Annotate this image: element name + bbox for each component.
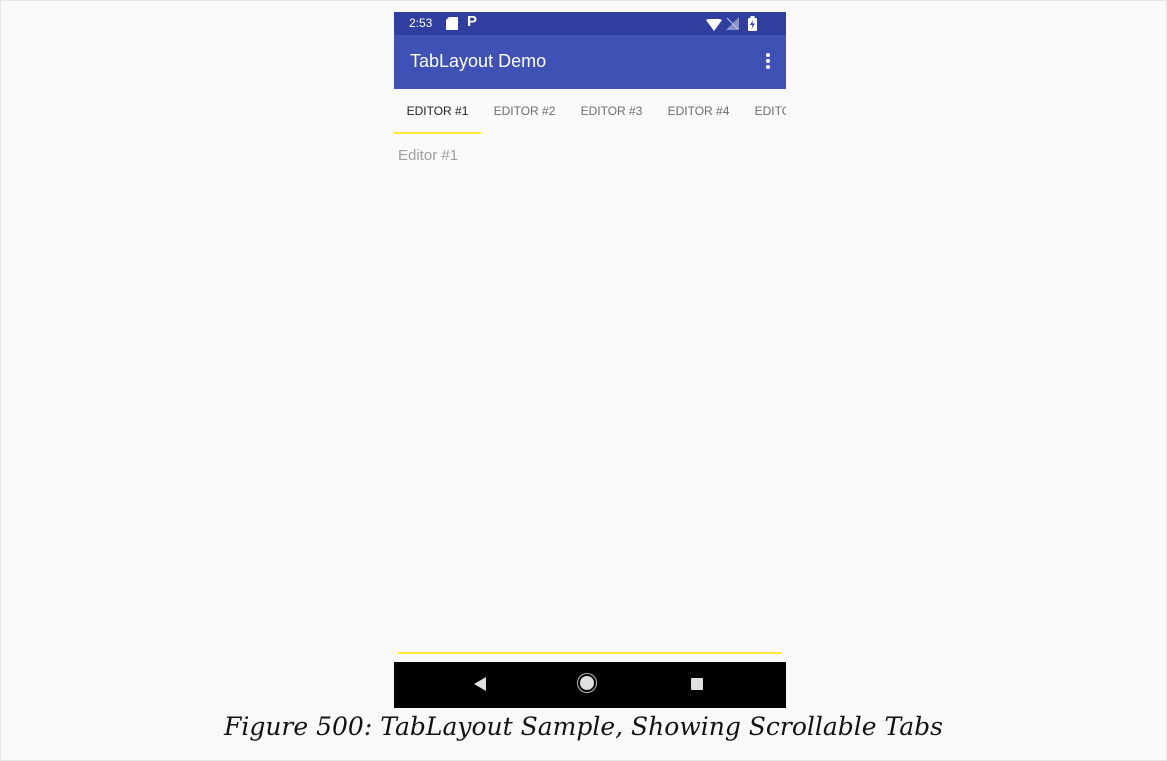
editor-hint: Editor #1 xyxy=(398,147,459,164)
tab-label: EDITOR #3 xyxy=(580,104,643,118)
status-bar: 2:53 P xyxy=(394,12,786,35)
tab-editor-1[interactable]: EDITOR #1 xyxy=(394,89,481,134)
recents-icon[interactable] xyxy=(691,678,703,690)
tab-label: EDITOR #1 xyxy=(406,104,469,118)
sd-card-icon xyxy=(446,17,458,35)
phone-screen: 2:53 P TabLayout Demo EDITOR #1 EDITOR #… xyxy=(394,12,786,708)
status-time: 2:53 xyxy=(409,16,433,30)
tab-editor-4[interactable]: EDITOR #4 xyxy=(655,89,742,134)
figure-caption: Figure 500: TabLayout Sample, Showing Sc… xyxy=(223,712,944,741)
tab-label: EDITOR #5 xyxy=(754,104,786,118)
wifi-icon xyxy=(706,18,722,36)
home-icon[interactable] xyxy=(580,676,594,690)
navigation-bar xyxy=(394,662,786,708)
tab-editor-2[interactable]: EDITOR #2 xyxy=(481,89,568,134)
back-icon[interactable] xyxy=(474,677,486,696)
tab-label: EDITOR #4 xyxy=(667,104,730,118)
p-icon: P xyxy=(467,13,478,30)
editor-underline xyxy=(398,652,782,654)
tab-editor-5[interactable]: EDITOR #5 xyxy=(742,89,786,134)
tab-indicator xyxy=(394,132,481,134)
tab-layout[interactable]: EDITOR #1 EDITOR #2 EDITOR #3 EDITOR #4 … xyxy=(394,89,786,134)
editor-field[interactable]: Editor #1 xyxy=(398,138,782,654)
tab-label: EDITOR #2 xyxy=(493,104,556,118)
overflow-menu-icon[interactable] xyxy=(758,51,778,73)
signal-icon xyxy=(726,17,739,35)
app-title: TabLayout Demo xyxy=(410,51,547,71)
app-bar: TabLayout Demo xyxy=(394,35,786,89)
battery-icon xyxy=(748,16,757,36)
tab-editor-3[interactable]: EDITOR #3 xyxy=(568,89,655,134)
